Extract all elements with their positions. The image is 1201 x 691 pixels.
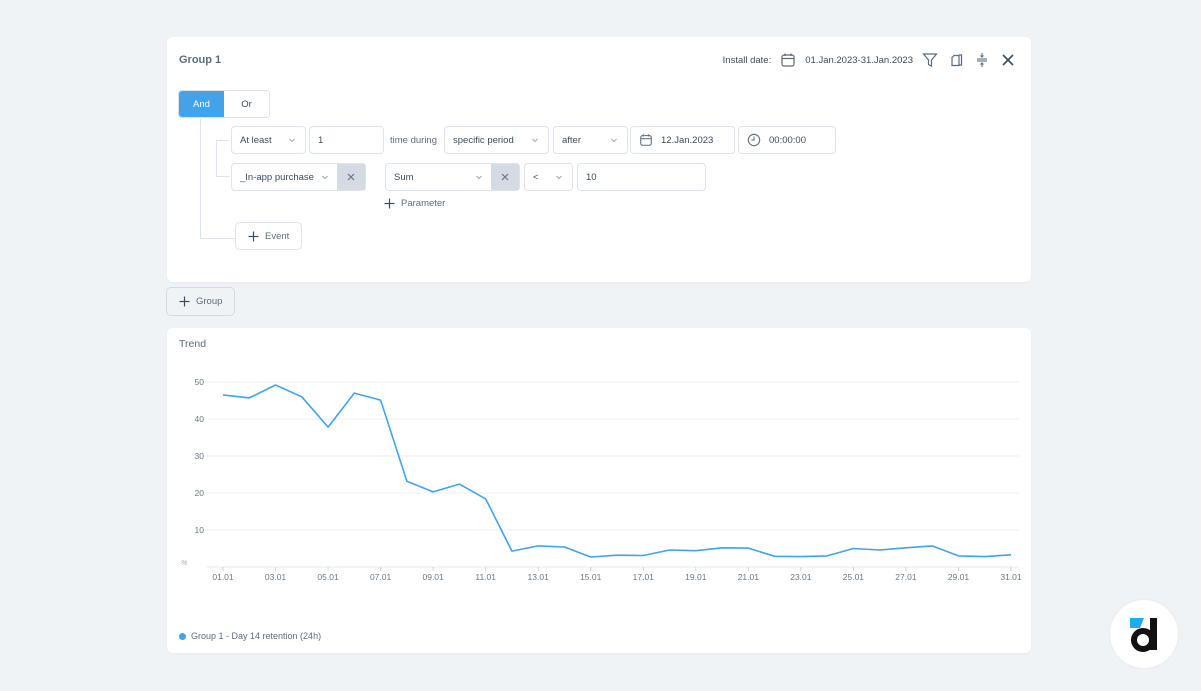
legend-dot xyxy=(179,632,186,640)
add-group-button[interactable]: Group xyxy=(166,287,236,316)
x-tick-label: 31.01 xyxy=(1000,572,1022,582)
time-value: 00:00:00 xyxy=(769,134,806,146)
and-button[interactable]: And xyxy=(179,91,224,117)
chevron-down-icon xyxy=(611,138,617,143)
event-select[interactable]: _In-app purchase xyxy=(231,163,366,191)
group-title: Group 1 xyxy=(179,54,222,66)
x-tick-label: 09.01 xyxy=(422,572,444,582)
operator-select[interactable]: < xyxy=(524,163,573,191)
x-tick-label: 23.01 xyxy=(790,572,812,582)
logo-icon xyxy=(1130,618,1157,652)
period-type-value: specific period xyxy=(453,134,514,146)
operator-value: < xyxy=(533,171,539,183)
x-tick-label: 01.01 xyxy=(212,572,234,582)
plus-icon xyxy=(248,231,259,241)
devtodev-logo xyxy=(1110,600,1178,668)
date-value: 12.Jan.2023 xyxy=(661,134,714,146)
chevron-down-icon xyxy=(556,175,562,180)
legend-label: Group 1 - Day 14 retention (24h) xyxy=(191,631,322,641)
y-axis-label: % xyxy=(181,560,187,567)
remove-event-button[interactable] xyxy=(337,164,365,190)
x-tick-label: 11.01 xyxy=(475,572,496,582)
quantifier-value: At least xyxy=(240,134,272,146)
x-tick-label: 07.01 xyxy=(370,572,392,582)
relation-select[interactable]: after xyxy=(553,126,628,154)
install-date-value[interactable]: 01.Jan.2023-31.Jan.2023 xyxy=(805,55,913,66)
event-value: _In-app purchase xyxy=(240,171,314,183)
count-input[interactable]: 1 xyxy=(309,126,384,154)
add-event-label: Event xyxy=(265,230,290,242)
calendar-icon xyxy=(640,134,652,146)
chevron-down-icon xyxy=(322,175,328,180)
copy-icon[interactable] xyxy=(947,51,965,69)
time-during-label: time during xyxy=(390,135,437,146)
add-group-label: Group xyxy=(196,296,223,307)
group-card: Group 1 Install date: 01.Jan.2023-31.Jan… xyxy=(167,37,1031,282)
chart-legend[interactable]: Group 1 - Day 14 retention (24h) xyxy=(179,631,321,641)
chevron-down-icon xyxy=(289,138,295,143)
x-tick-label: 13.01 xyxy=(528,572,550,582)
date-picker[interactable]: 12.Jan.2023 xyxy=(630,126,735,154)
x-tick-label: 25.01 xyxy=(843,572,865,582)
count-value: 1 xyxy=(318,134,324,146)
logic-toggle: And Or xyxy=(178,90,270,118)
x-tick-label: 27.01 xyxy=(895,572,917,582)
add-parameter-label: Parameter xyxy=(401,198,446,209)
time-picker[interactable]: 00:00:00 xyxy=(738,126,836,154)
collapse-icon[interactable] xyxy=(973,51,991,69)
x-tick-label: 21.01 xyxy=(738,572,760,582)
x-tick-label: 15.01 xyxy=(580,572,602,582)
remove-parameter-button[interactable] xyxy=(491,164,519,190)
close-icon xyxy=(501,173,509,181)
close-icon[interactable] xyxy=(999,51,1017,69)
filter-icon[interactable] xyxy=(921,51,939,69)
install-date-label: Install date: xyxy=(722,54,772,66)
y-tick-label: 50 xyxy=(195,377,205,387)
add-event-button[interactable]: Event xyxy=(235,222,303,250)
plus-icon xyxy=(179,296,190,307)
calendar-icon[interactable] xyxy=(779,51,797,69)
group-header-controls: Install date: 01.Jan.2023-31.Jan.2023 xyxy=(723,51,1017,69)
y-tick-label: 30 xyxy=(195,451,205,461)
clock-icon xyxy=(747,133,761,147)
value-input[interactable]: 10 xyxy=(577,163,706,191)
x-tick-label: 19.01 xyxy=(685,572,707,582)
quantifier-select[interactable]: At least xyxy=(231,126,306,154)
value-value: 10 xyxy=(586,171,597,183)
x-tick-label: 29.01 xyxy=(948,572,970,582)
x-tick-label: 05.01 xyxy=(317,572,339,582)
x-tick-label: 03.01 xyxy=(265,572,287,582)
param-aggregate-select[interactable]: Sum xyxy=(385,163,520,191)
y-tick-label: 40 xyxy=(195,414,205,424)
or-button[interactable]: Or xyxy=(224,91,269,117)
relation-value: after xyxy=(562,134,582,146)
tree-line-sub xyxy=(216,140,230,177)
trend-chart: 10 20 30 40 50% 01.01 03.01 05.01 07.01 09.01 11.0… xyxy=(181,377,1022,582)
chevron-down-icon xyxy=(532,138,538,143)
add-parameter-button[interactable]: Parameter xyxy=(384,198,445,209)
param-aggregate-value: Sum xyxy=(394,171,414,183)
x-tick-label: 17.01 xyxy=(633,572,655,582)
close-icon xyxy=(347,173,355,181)
y-tick-label: 10 xyxy=(195,525,205,535)
trend-card: Trend 10 20 30 40 50% 01.01 03.01 05.01 07.01 09.… xyxy=(167,328,1031,653)
series-line xyxy=(222,384,1012,558)
period-type-select[interactable]: specific period xyxy=(444,126,549,154)
y-tick-label: 20 xyxy=(195,488,205,498)
chevron-down-icon xyxy=(476,175,482,180)
plus-icon xyxy=(384,198,395,209)
